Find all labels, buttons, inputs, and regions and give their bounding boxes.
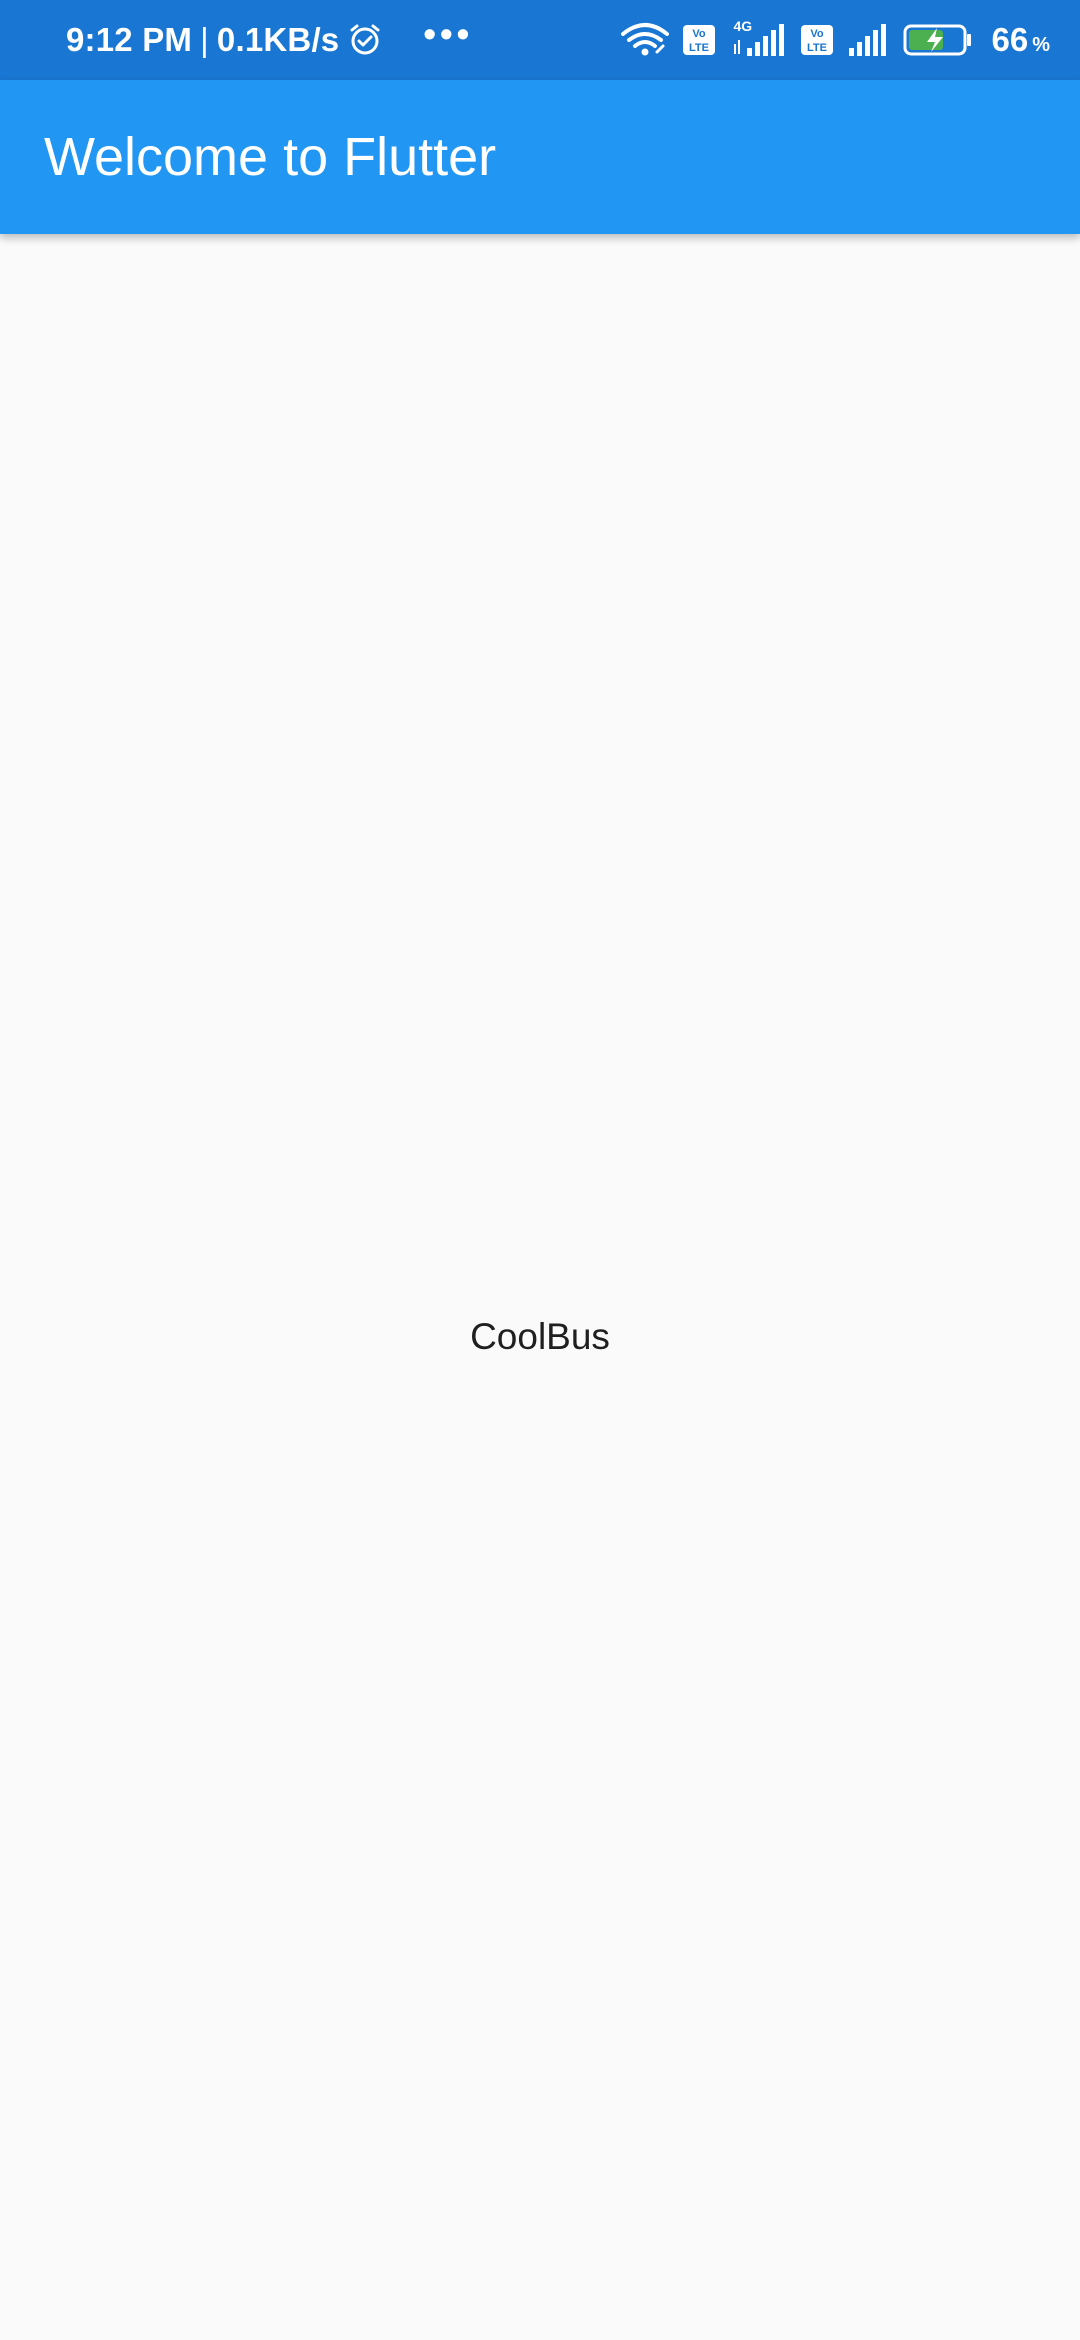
signal-4g: 4G	[729, 18, 787, 58]
status-time: 9:12 PM	[66, 21, 193, 58]
status-left: 9:12 PM | 0.1KB/s •••	[66, 0, 473, 80]
battery-percentage: 66%	[991, 21, 1050, 59]
svg-text:LTE: LTE	[690, 42, 710, 54]
status-bar: 9:12 PM | 0.1KB/s ••• Vo LTE 4G Vo LTE 6…	[0, 0, 1080, 80]
app-screen: 9:12 PM | 0.1KB/s ••• Vo LTE 4G Vo LTE 6…	[0, 0, 1080, 2340]
svg-text:Vo: Vo	[811, 28, 825, 40]
main-content: CoolBus	[0, 234, 1080, 2340]
svg-text:LTE: LTE	[808, 42, 828, 54]
app-bar: Welcome to Flutter	[0, 80, 1080, 234]
alarm-icon	[350, 24, 380, 55]
app-bar-title: Welcome to Flutter	[44, 127, 497, 187]
center-text: CoolBus	[470, 1316, 610, 1357]
status-separator: |	[200, 21, 209, 58]
status-right: Vo LTE 4G Vo LTE 66 %	[621, 0, 1050, 80]
signal-icon	[849, 24, 887, 56]
volte-icon: Vo LTE	[801, 25, 834, 55]
volte-icon: Vo LTE	[683, 25, 716, 55]
more-notifications-icon: •••	[423, 13, 474, 54]
battery-level: 66	[991, 21, 1029, 58]
svg-text:Vo: Vo	[693, 28, 707, 40]
battery-charging-icon	[903, 24, 972, 56]
network-speed: 0.1KB/s	[216, 21, 340, 58]
wifi-icon	[621, 23, 670, 56]
battery-unit: %	[1032, 34, 1050, 56]
signal-icon	[734, 24, 785, 56]
